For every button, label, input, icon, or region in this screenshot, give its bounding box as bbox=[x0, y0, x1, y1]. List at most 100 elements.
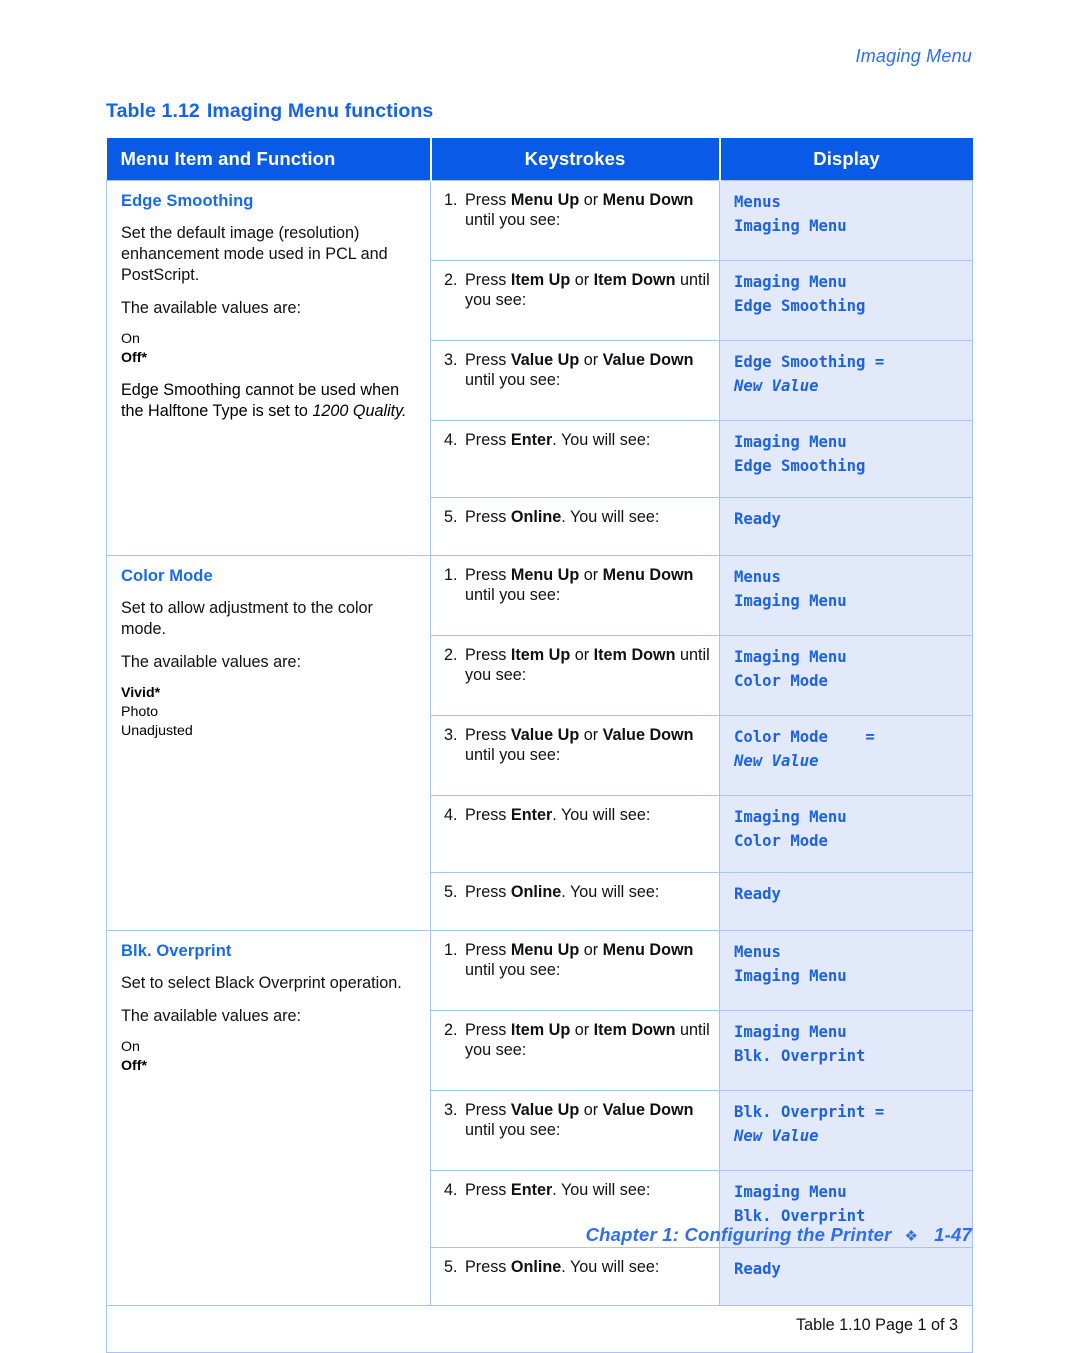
menu-function-cell: Edge Smoothing Set the default image (res… bbox=[106, 180, 431, 556]
display-line: Menus bbox=[734, 193, 781, 211]
display-cell: Ready bbox=[719, 497, 973, 556]
keystroke-step: 5. Press Online. You will see: bbox=[431, 873, 719, 911]
keystroke-cell: 2. Press Item Up or Item Down until you s… bbox=[430, 635, 720, 716]
menu-item-title: Blk. Overprint bbox=[121, 942, 232, 960]
menu-item-description: Set to select Black Overprint operation. bbox=[121, 974, 402, 992]
table-body: Edge Smoothing Set the default image (res… bbox=[106, 180, 973, 1353]
document-page: Imaging Menu Table 1.12 Imaging Menu func… bbox=[0, 0, 1080, 1353]
display-line: Blk. Overprint = bbox=[734, 1103, 885, 1121]
step-number: 2. bbox=[444, 1021, 458, 1039]
keystroke-step: 5. Press Online. You will see: bbox=[431, 498, 719, 536]
table-header: Menu Item and Function Keystrokes Displa… bbox=[106, 138, 973, 181]
keystroke-cell: 5. Press Online. You will see: bbox=[430, 497, 720, 556]
available-value: On bbox=[121, 1039, 140, 1056]
keystroke-step: 2. Press Item Up or Item Down until you s… bbox=[431, 636, 719, 695]
display-line: Edge Smoothing bbox=[734, 296, 866, 315]
step-number: 1. bbox=[444, 191, 458, 209]
table-caption: Table 1.12 Imaging Menu functions bbox=[106, 100, 433, 123]
display-cell: Imaging Menu Color Mode bbox=[719, 795, 973, 873]
display-line: Edge Smoothing = bbox=[734, 353, 885, 371]
display-cell: Imaging Menu Edge Smoothing bbox=[719, 420, 973, 498]
display-cell: Imaging Menu Color Mode bbox=[719, 635, 973, 716]
display-line: Blk. Overprint bbox=[734, 1046, 866, 1065]
display-cell: Imaging Menu Edge Smoothing bbox=[719, 260, 973, 341]
step-number: 2. bbox=[444, 646, 458, 664]
available-value: Off* bbox=[121, 350, 148, 367]
column-header-function: Menu Item and Function bbox=[106, 138, 431, 181]
display-line: Ready bbox=[734, 510, 781, 528]
menu-item-title: Edge Smoothing bbox=[121, 192, 254, 210]
keystroke-cell: 4. Press Enter. You will see: bbox=[430, 420, 720, 498]
available-value: Vivid* bbox=[121, 685, 161, 702]
display-cell: Imaging Menu Blk. Overprint bbox=[719, 1010, 973, 1091]
keystroke-cell: 3. Press Value Up or Value Down until you… bbox=[430, 340, 720, 421]
display-line: New Value bbox=[734, 376, 819, 395]
display-cell: Edge Smoothing = New Value bbox=[719, 340, 973, 421]
display-line: Imaging Menu bbox=[734, 433, 847, 451]
available-values-label: The available values are: bbox=[121, 653, 301, 672]
menu-function-cell: Blk. Overprint Set to select Black Overpr… bbox=[106, 930, 431, 1306]
display-line: New Value bbox=[734, 1126, 819, 1145]
keystroke-step: 5. Press Online. You will see: bbox=[431, 1248, 719, 1286]
display-line: Ready bbox=[734, 1260, 781, 1278]
display-cell: Ready bbox=[719, 872, 973, 931]
menu-item-description: Set the default image (resolution) enhan… bbox=[121, 224, 388, 285]
keystroke-cell: 1. Press Menu Up or Menu Down until you s… bbox=[430, 555, 720, 636]
column-header-display: Display bbox=[718, 138, 973, 181]
imaging-menu-table: Menu Item and Function Keystrokes Displa… bbox=[106, 138, 973, 1353]
keystroke-cell: 5. Press Online. You will see: bbox=[430, 1247, 720, 1306]
display-cell: Blk. Overprint = New Value bbox=[719, 1090, 973, 1171]
step-number: 3. bbox=[444, 726, 458, 744]
available-value: On bbox=[121, 331, 140, 348]
step-number: 4. bbox=[444, 431, 458, 449]
keystroke-cell: 2. Press Item Up or Item Down until you s… bbox=[430, 1010, 720, 1091]
keystroke-step: 4. Press Enter. You will see: bbox=[431, 796, 719, 834]
step-text: Press Menu Up or Menu Down until you see… bbox=[465, 566, 694, 605]
display-cell: Ready bbox=[719, 1247, 973, 1306]
step-number: 2. bbox=[444, 271, 458, 289]
step-number: 3. bbox=[444, 1101, 458, 1119]
step-text: Press Enter. You will see: bbox=[465, 431, 651, 449]
keystroke-step: 1. Press Menu Up or Menu Down until you s… bbox=[431, 556, 719, 615]
display-line: Color Mode bbox=[734, 671, 828, 690]
keystroke-cell: 5. Press Online. You will see: bbox=[430, 872, 720, 931]
table-row: Color Mode Set to allow adjustment to the… bbox=[106, 555, 973, 931]
step-text: Press Online. You will see: bbox=[465, 508, 660, 526]
menu-item-description: Set to allow adjustment to the color mod… bbox=[121, 599, 373, 639]
page-footer-chapter: Chapter 1: Configuring the Printer bbox=[585, 1224, 892, 1245]
display-line: Imaging Menu bbox=[734, 966, 847, 985]
keystroke-step: 2. Press Item Up or Item Down until you s… bbox=[431, 1011, 719, 1070]
display-cell: Menus Imaging Menu bbox=[719, 555, 973, 636]
step-text: Press Enter. You will see: bbox=[465, 1181, 651, 1199]
display-line: Imaging Menu bbox=[734, 648, 847, 666]
keystroke-step: 4. Press Enter. You will see: bbox=[431, 1171, 719, 1209]
step-number: 5. bbox=[444, 883, 458, 901]
keystroke-step: 1. Press Menu Up or Menu Down until you s… bbox=[431, 181, 719, 240]
step-text: Press Menu Up or Menu Down until you see… bbox=[465, 941, 694, 980]
table-row: Edge Smoothing Set the default image (res… bbox=[106, 180, 973, 556]
available-values-label: The available values are: bbox=[121, 299, 301, 318]
display-line: Ready bbox=[734, 885, 781, 903]
available-values-list: Vivid* Photo Unadjusted bbox=[121, 684, 414, 741]
running-head: Imaging Menu bbox=[855, 46, 972, 66]
available-values-list: On Off* bbox=[121, 1038, 414, 1076]
step-text: Press Value Up or Value Down until you s… bbox=[465, 1101, 694, 1140]
keystroke-step: 2. Press Item Up or Item Down until you s… bbox=[431, 261, 719, 320]
table-caption-label: Table 1.12 bbox=[106, 100, 200, 122]
table-caption-title: Imaging Menu functions bbox=[206, 100, 434, 122]
display-line: Imaging Menu bbox=[734, 216, 847, 235]
step-text: Press Value Up or Value Down until you s… bbox=[465, 726, 694, 765]
step-text: Press Item Up or Item Down until you see… bbox=[465, 271, 710, 310]
menu-function-cell: Color Mode Set to allow adjustment to the… bbox=[106, 555, 431, 931]
step-number: 5. bbox=[444, 508, 458, 526]
page-footer: Chapter 1: Configuring the Printer ❖ 1-47 bbox=[586, 1224, 972, 1246]
display-line: Color Mode bbox=[734, 831, 828, 850]
step-number: 4. bbox=[444, 806, 458, 824]
keystroke-step: 3. Press Value Up or Value Down until you… bbox=[431, 716, 719, 775]
step-number: 1. bbox=[444, 941, 458, 959]
available-values-label: The available values are: bbox=[121, 1007, 301, 1026]
available-values-list: On Off* bbox=[121, 330, 414, 368]
keystroke-step: 1. Press Menu Up or Menu Down until you s… bbox=[431, 931, 719, 990]
step-text: Press Item Up or Item Down until you see… bbox=[465, 646, 710, 685]
imaging-menu-table-wrap: Menu Item and Function Keystrokes Displa… bbox=[106, 138, 973, 1353]
